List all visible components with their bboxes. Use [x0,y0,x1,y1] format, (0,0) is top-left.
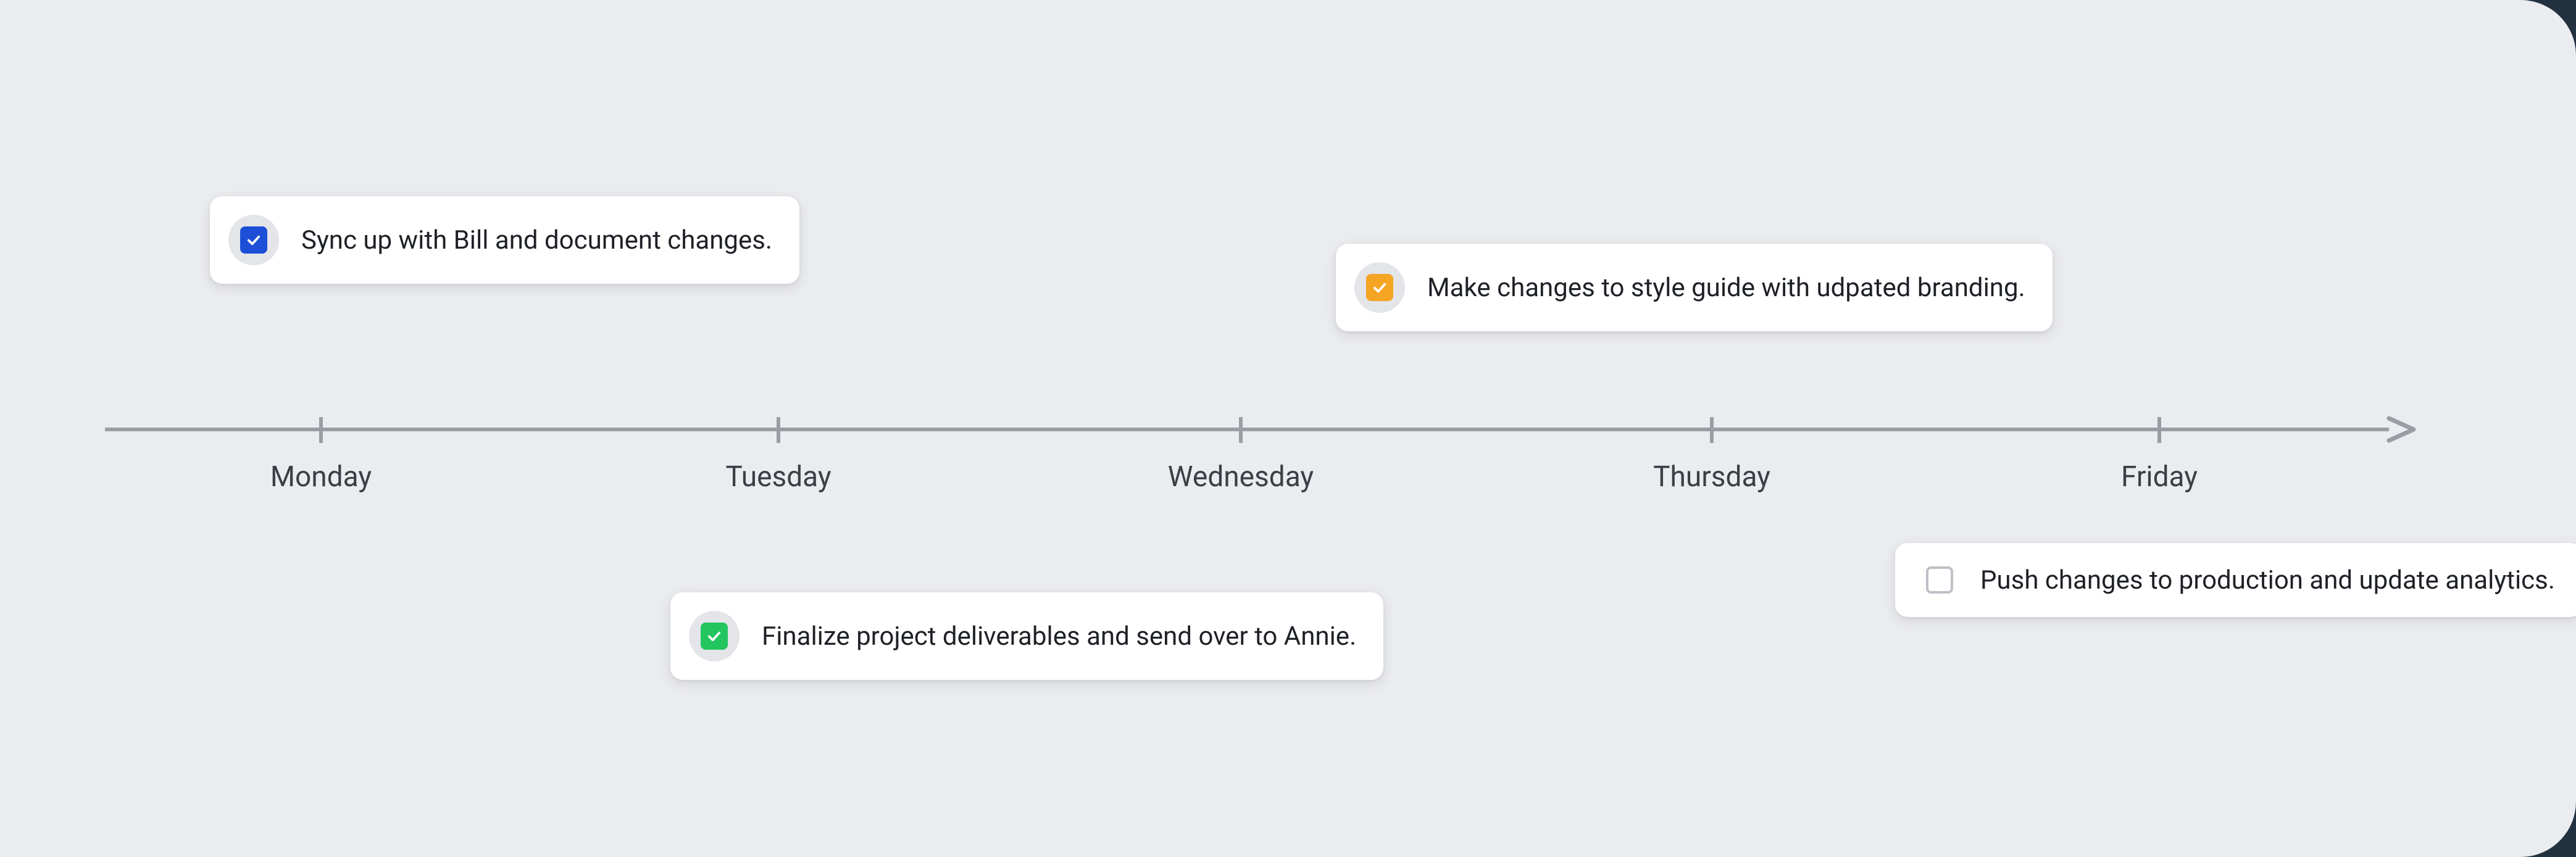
checkbox-empty-icon[interactable] [1926,566,1953,594]
tick-tuesday [777,417,780,443]
timeline-axis [105,428,2389,431]
stage: Monday Tuesday Wednesday Thursday Friday… [0,0,2576,857]
day-label-wednesday: Wednesday [1168,460,1314,494]
tick-friday [2157,417,2161,443]
task-checkbox-chip [228,215,279,265]
task-card-friday[interactable]: Push changes to production and update an… [1895,543,2576,617]
task-card-thursday[interactable]: Make changes to style guide with udpated… [1336,244,2053,331]
checkbox-checked-icon[interactable] [701,623,728,650]
task-card-tuesday[interactable]: Finalize project deliverables and send o… [670,592,1383,680]
task-text: Make changes to style guide with udpated… [1427,273,2025,303]
task-text: Push changes to production and update an… [1980,565,2555,595]
task-text: Finalize project deliverables and send o… [762,621,1356,652]
task-checkbox-chip [1354,262,1405,313]
tick-wednesday [1239,417,1243,443]
checkbox-checked-icon[interactable] [1366,274,1393,301]
tick-thursday [1710,417,1714,443]
checkbox-checked-icon[interactable] [240,226,267,254]
task-checkbox-chip [689,611,740,661]
task-checkbox-chip [1921,561,1958,598]
task-card-monday[interactable]: Sync up with Bill and document changes. [210,196,799,284]
tick-monday [319,417,323,443]
day-label-tuesday: Tuesday [725,460,831,494]
day-label-monday: Monday [270,460,372,494]
task-text: Sync up with Bill and document changes. [301,225,772,255]
day-label-thursday: Thursday [1653,460,1770,494]
day-label-friday: Friday [2121,460,2198,494]
timeline-panel: Monday Tuesday Wednesday Thursday Friday… [0,0,2576,857]
